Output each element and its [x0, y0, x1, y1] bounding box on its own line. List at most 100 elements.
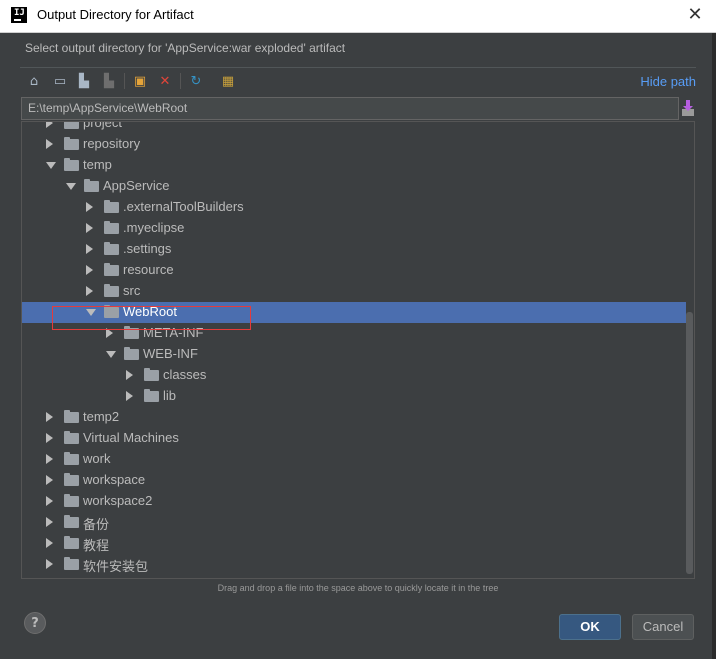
tree-item-project[interactable]: project: [22, 121, 686, 134]
expand-arrow-right-icon[interactable]: [126, 370, 133, 380]
path-input[interactable]: E:\temp\AppService\WebRoot: [21, 97, 679, 120]
drag-drop-hint: Drag and drop a file into the space abov…: [217, 583, 499, 593]
folder-icon: [64, 536, 79, 549]
download-icon[interactable]: [681, 99, 695, 117]
folder-icon: [64, 410, 79, 423]
folder-icon: [64, 431, 79, 444]
tree-item-temp[interactable]: temp: [22, 155, 686, 176]
tree-item-temp2[interactable]: temp2: [22, 407, 686, 428]
folder-icon: [64, 452, 79, 465]
expand-arrow-right-icon[interactable]: [46, 496, 53, 506]
folder-icon: [144, 389, 159, 402]
toolbar-separator: [124, 73, 125, 89]
folder-icon: [104, 221, 119, 234]
tree-item-src[interactable]: src: [22, 281, 686, 302]
tree-item-label: temp2: [83, 409, 120, 424]
folder-icon: [64, 473, 79, 486]
tree-item-label: lib: [163, 388, 177, 403]
tree-item-work[interactable]: work: [22, 449, 686, 470]
ok-button[interactable]: OK: [559, 614, 621, 640]
expand-arrow-right-icon[interactable]: [86, 244, 93, 254]
folder-icon: [64, 137, 79, 150]
expand-arrow-right-icon[interactable]: [46, 517, 53, 527]
expand-arrow-right-icon[interactable]: [46, 454, 53, 464]
tree-item-virtual-machines[interactable]: Virtual Machines: [22, 428, 686, 449]
expand-arrow-right-icon[interactable]: [86, 265, 93, 275]
expand-arrow-right-icon[interactable]: [46, 433, 53, 443]
tree-item-label: 软件安装包: [83, 559, 149, 574]
expand-arrow-right-icon[interactable]: [126, 391, 133, 401]
expand-arrow-right-icon[interactable]: [46, 412, 53, 422]
help-button[interactable]: ?: [24, 612, 46, 634]
tree-item-label: resource: [123, 262, 174, 277]
tree-item-repository[interactable]: repository: [22, 134, 686, 155]
directory-tree[interactable]: project repository temp AppService .external…: [21, 121, 695, 579]
tree-item-label: src: [123, 283, 141, 298]
expand-arrow-right-icon[interactable]: [86, 286, 93, 296]
tree-item[interactable]: 软件安装包: [22, 554, 686, 575]
tree-item-label: WEB-INF: [143, 346, 198, 361]
tree-item-myeclipse[interactable]: .myeclipse: [22, 218, 686, 239]
tree-item-label: repository: [83, 136, 141, 151]
folder-icon: [104, 242, 119, 255]
expand-arrow-right-icon[interactable]: [46, 559, 53, 569]
folder-icon: [144, 368, 159, 381]
tree-item-label: .myeclipse: [123, 220, 185, 235]
refresh-icon[interactable]: ↻: [186, 71, 206, 91]
project-icon[interactable]: ▙: [74, 71, 94, 91]
expand-arrow-right-icon[interactable]: [46, 538, 53, 548]
expand-arrow-right-icon[interactable]: [46, 475, 53, 485]
dialog-body: Select output directory for 'AppService:…: [0, 33, 712, 659]
tree-item-label: AppService: [103, 178, 170, 193]
home-icon[interactable]: ⌂: [24, 71, 44, 91]
tree-item-label: workspace2: [83, 493, 153, 508]
expand-arrow-right-icon[interactable]: [46, 139, 53, 149]
tree-item[interactable]: 教程: [22, 533, 686, 554]
annotation-highlight-box: [52, 306, 251, 330]
folder-icon: [84, 179, 99, 192]
expand-arrow-down-icon[interactable]: [66, 183, 76, 190]
tree-item-appservice[interactable]: AppService: [22, 176, 686, 197]
tree-item-settings[interactable]: .settings: [22, 239, 686, 260]
new-folder-icon[interactable]: ▣: [130, 71, 150, 91]
tree-item-externaltoolbuilders[interactable]: .externalToolBuilders: [22, 197, 686, 218]
show-hidden-icon[interactable]: ▦: [218, 71, 238, 91]
tree-item[interactable]: 备份: [22, 512, 686, 533]
dialog-description: Select output directory for 'AppService:…: [25, 41, 346, 55]
tree-item-resource[interactable]: resource: [22, 260, 686, 281]
desktop-icon[interactable]: ▭: [50, 71, 70, 91]
tree-item-label: .externalToolBuilders: [123, 199, 244, 214]
folder-icon: [124, 347, 139, 360]
expand-arrow-down-icon[interactable]: [46, 162, 56, 169]
folder-icon: [64, 494, 79, 507]
folder-icon: [104, 263, 119, 276]
scrollbar-thumb[interactable]: [686, 312, 693, 574]
tree-item-workspace[interactable]: workspace: [22, 470, 686, 491]
title-bar: IJ Output Directory for Artifact ✕: [0, 0, 716, 33]
expand-arrow-right-icon[interactable]: [86, 202, 93, 212]
folder-icon: [64, 122, 79, 129]
tree-item-label: project: [83, 121, 123, 130]
expand-arrow-down-icon[interactable]: [106, 351, 116, 358]
expand-arrow-right-icon[interactable]: [86, 223, 93, 233]
folder-icon: [64, 515, 79, 528]
cancel-button[interactable]: Cancel: [632, 614, 694, 640]
module-icon[interactable]: ▙: [99, 71, 119, 91]
tree-item-label: work: [83, 451, 111, 466]
tree-item-lib[interactable]: lib: [22, 386, 686, 407]
delete-icon[interactable]: ✕: [155, 71, 175, 91]
tree-item-classes[interactable]: classes: [22, 365, 686, 386]
toolbar-separator: [180, 73, 181, 89]
window-title: Output Directory for Artifact: [37, 7, 194, 22]
folder-icon: [64, 557, 79, 570]
tree-item-label: 备份: [83, 517, 110, 532]
folder-icon: [104, 200, 119, 213]
intellij-icon: IJ: [11, 7, 27, 23]
expand-arrow-right-icon[interactable]: [46, 122, 53, 128]
hide-path-link[interactable]: Hide path: [640, 74, 696, 89]
tree-item-label: temp: [83, 157, 112, 172]
close-icon[interactable]: ✕: [684, 4, 706, 26]
tree-item-workspace2[interactable]: workspace2: [22, 491, 686, 512]
folder-icon: [64, 158, 79, 171]
tree-item-web-inf[interactable]: WEB-INF: [22, 344, 686, 365]
